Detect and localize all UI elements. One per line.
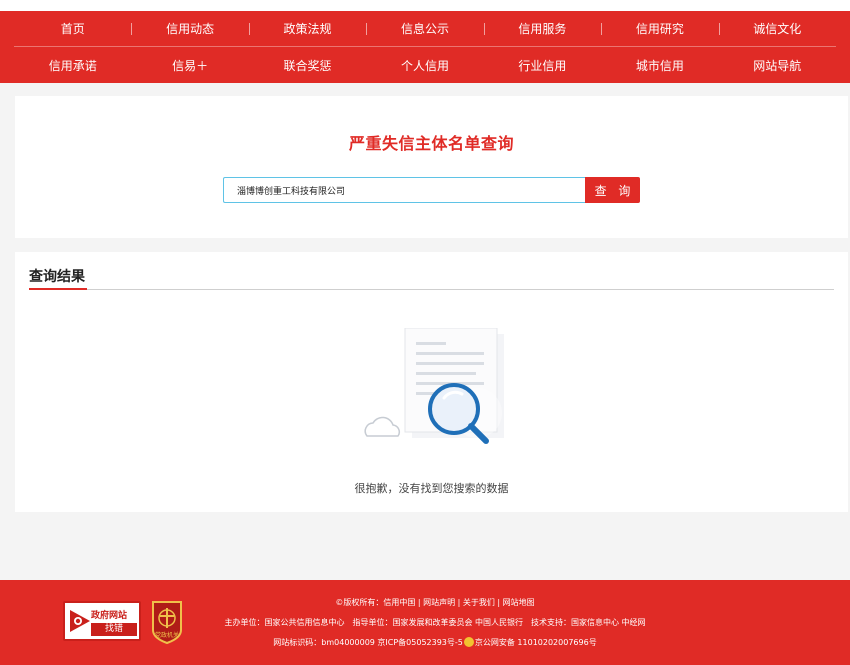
- footer-copyright[interactable]: ©版权所有：信用中国 | 网站声明 | 关于我们 | 网站地图: [195, 597, 675, 617]
- nav-item-xinyi[interactable]: 信易＋: [131, 47, 248, 83]
- top-strip: [0, 0, 850, 11]
- nav-item-personal-credit[interactable]: 个人信用: [366, 47, 483, 83]
- footer-public-security-record[interactable]: 京公网安备 11010202007696号: [475, 638, 597, 647]
- footer-info: ©版权所有：信用中国 | 网站声明 | 关于我们 | 网站地图 主办单位：国家公…: [195, 597, 675, 657]
- cloud-icon: [364, 416, 401, 437]
- nav-item-site-navigation[interactable]: 网站导航: [719, 47, 836, 83]
- nav-item-industry-credit[interactable]: 行业信用: [484, 47, 601, 83]
- gov-badge-action: 找错: [91, 623, 137, 636]
- gov-badge-title: 政府网站: [91, 611, 128, 621]
- result-panel: 查询结果 很抱歉，没有找到您搜索的数据: [15, 252, 848, 512]
- footer-icp: 网站标识码：bm04000009 京ICP备05052393号-5: [273, 638, 463, 647]
- police-badge-icon: [463, 637, 474, 647]
- search-title: 严重失信主体名单查询: [348, 134, 514, 153]
- result-title-underline: [29, 288, 87, 290]
- footer: 政府网站 找错 党政机关 ©版权所有：信用中国 | 网站声明 | 关于我们 | …: [0, 580, 850, 665]
- gov-website-error-report-badge[interactable]: 政府网站 找错: [63, 601, 141, 641]
- search-button[interactable]: 查 询: [585, 177, 640, 203]
- nav-row-primary: 首页 信用动态 政策法规 信息公示 信用服务 信用研究 诚信文化: [14, 11, 836, 47]
- footer-sponsors: 主办单位：国家公共信用信息中心 指导单位：国家发展和改革委员会 中国人民银行 技…: [224, 618, 646, 627]
- play-magnifier-icon: [70, 610, 90, 632]
- result-divider: [29, 289, 834, 290]
- footer-identifiers: 网站标识码：bm04000009 京ICP备05052393号-5 京公网安备 1…: [195, 637, 675, 657]
- nav-item-city-credit[interactable]: 城市信用: [601, 47, 718, 83]
- nav-item-joint-reward-punishment[interactable]: 联合奖惩: [249, 47, 366, 83]
- party-government-badge[interactable]: 党政机关: [150, 600, 184, 644]
- party-badge-label: 党政机关: [155, 631, 179, 639]
- search-input[interactable]: [223, 177, 585, 203]
- nav-item-policy[interactable]: 政策法规: [248, 11, 366, 46]
- nav-item-credit-commitment[interactable]: 信用承诺: [14, 47, 131, 83]
- search-panel: 严重失信主体名单查询 查 询: [15, 96, 848, 238]
- nav-item-home[interactable]: 首页: [14, 11, 131, 46]
- result-title: 查询结果: [29, 269, 85, 285]
- nav-item-credit-news[interactable]: 信用动态: [131, 11, 248, 46]
- no-results-illustration: [364, 328, 504, 444]
- main-navigation: 首页 信用动态 政策法规 信息公示 信用服务 信用研究 诚信文化 信用承诺 信易…: [0, 11, 850, 83]
- nav-row-secondary: 信用承诺 信易＋ 联合奖惩 个人信用 行业信用 城市信用 网站导航: [14, 47, 836, 83]
- nav-item-integrity-culture[interactable]: 诚信文化: [718, 11, 836, 46]
- nav-item-credit-research[interactable]: 信用研究: [601, 11, 718, 46]
- empty-result-message: 很抱歉，没有找到您搜索的数据: [354, 482, 509, 495]
- nav-item-disclosure[interactable]: 信息公示: [366, 11, 483, 46]
- nav-item-credit-services[interactable]: 信用服务: [483, 11, 601, 46]
